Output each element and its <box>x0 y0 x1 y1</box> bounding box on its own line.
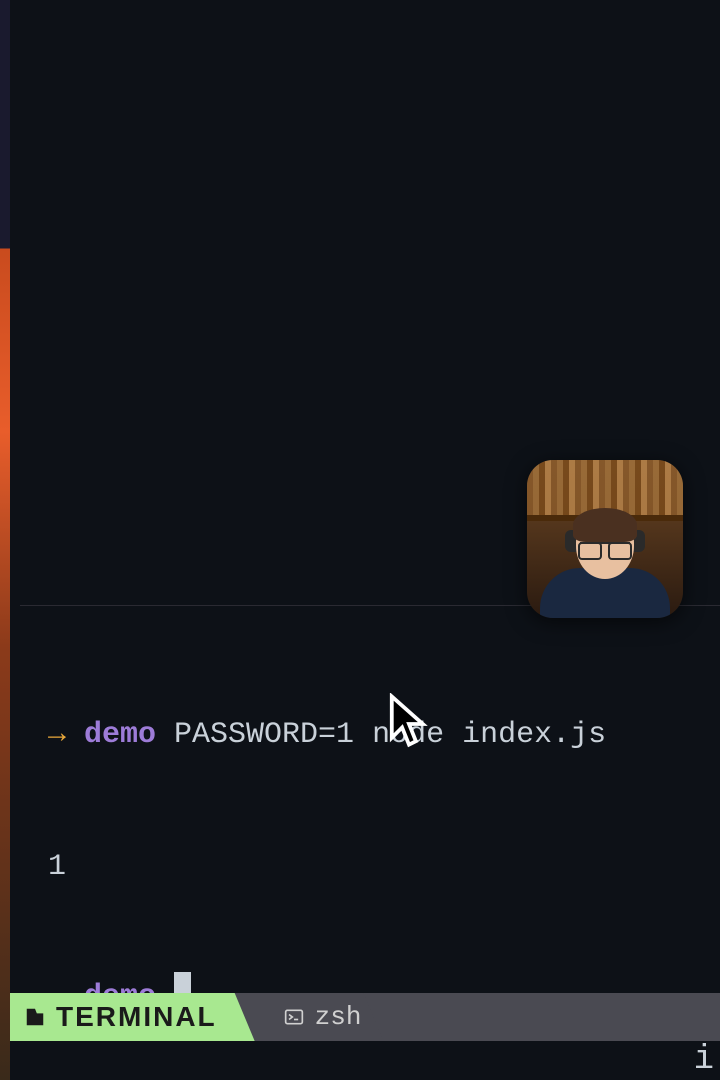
tab-label: TERMINAL <box>56 1001 217 1033</box>
terminal-app-icon <box>24 1006 46 1028</box>
webcam-person <box>545 508 665 618</box>
webcam-overlay[interactable] <box>527 460 683 618</box>
tab-shell[interactable]: zsh <box>255 993 384 1041</box>
mouse-cursor-icon <box>388 693 430 755</box>
status-indicator: i <box>694 1041 714 1079</box>
webcam-background <box>527 460 683 515</box>
command-output: 1 <box>48 846 606 888</box>
window-left-edge <box>0 0 10 1080</box>
terminal-panel[interactable]: → demo PASSWORD=1 node index.js 1 → demo <box>10 0 720 990</box>
tab-label: zsh <box>315 1002 362 1032</box>
panel-tab-bar: TERMINAL zsh <box>10 993 720 1041</box>
status-bar-area <box>10 1041 720 1080</box>
shell-icon <box>283 1006 305 1028</box>
prompt-arrow-icon: → <box>48 714 66 756</box>
tab-terminal[interactable]: TERMINAL <box>10 993 255 1041</box>
prompt-directory: demo <box>84 714 156 756</box>
terminal-line: → demo PASSWORD=1 node index.js <box>48 714 606 756</box>
